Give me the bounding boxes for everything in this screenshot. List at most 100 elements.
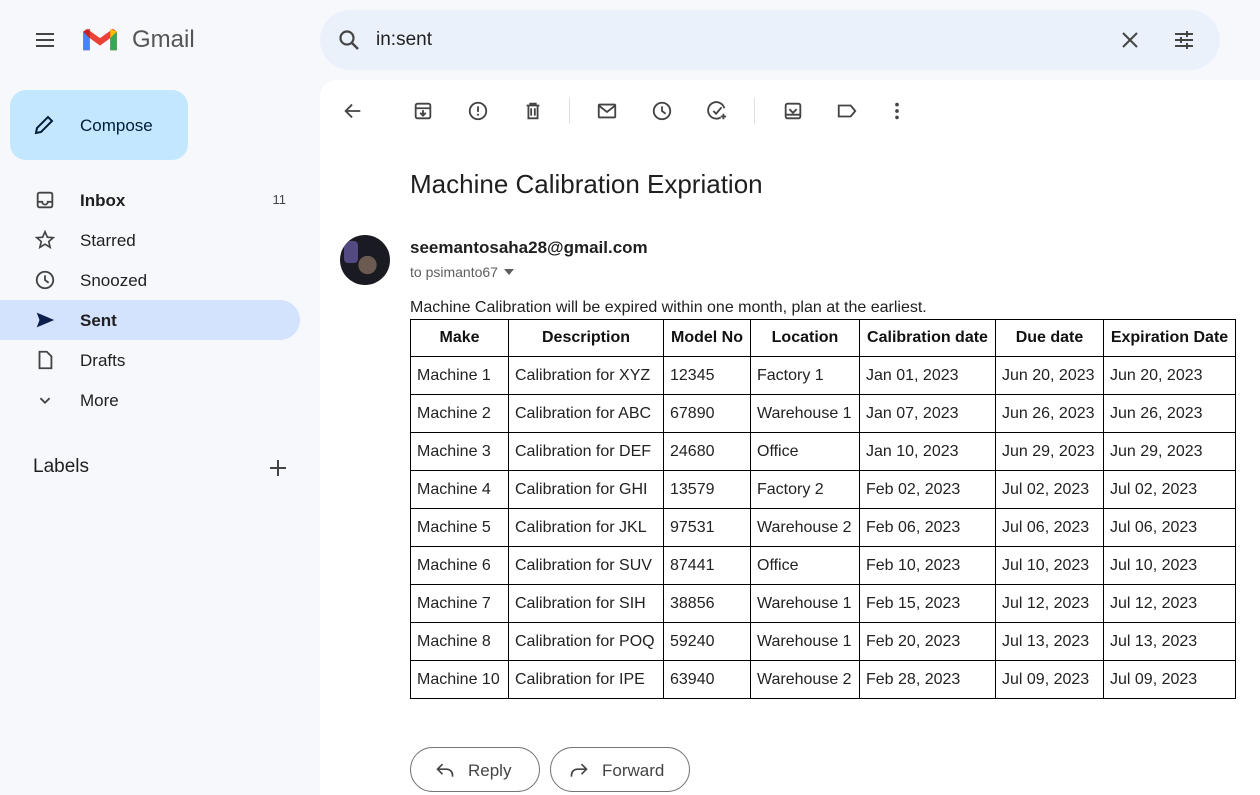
forward-label: Forward: [602, 761, 665, 780]
label-icon[interactable]: [836, 100, 858, 122]
table-cell: Jun 20, 2023: [995, 356, 1104, 395]
caret-down-icon[interactable]: [503, 269, 514, 275]
table-cell: Warehouse 1: [750, 622, 860, 661]
add-label-icon[interactable]: [268, 458, 288, 478]
reply-button[interactable]: Reply: [410, 747, 540, 792]
table-row: Machine 6 Calibration for SUV 87441 Office F…: [410, 546, 1236, 585]
table-cell: Machine 5: [410, 508, 509, 547]
table-cell: Feb 20, 2023: [859, 622, 996, 661]
table-cell: Machine 2: [410, 394, 509, 433]
search-input[interactable]: in:sent: [376, 29, 432, 51]
table-cell: Machine 10: [410, 660, 509, 699]
table-cell: Warehouse 1: [750, 584, 860, 623]
table-cell: Feb 10, 2023: [859, 546, 996, 585]
table-cell: Machine 8: [410, 622, 509, 661]
table-cell: Machine 1: [410, 356, 509, 395]
reply-label: Reply: [468, 761, 512, 780]
mark-unread-icon[interactable]: [596, 100, 618, 122]
table-cell: Calibration for SIH: [508, 584, 664, 623]
table-cell: Jul 13, 2023: [1103, 622, 1236, 661]
chevron-down-icon: [39, 397, 51, 405]
sidebar-item-drafts[interactable]: Drafts: [0, 340, 300, 380]
table-cell: Jan 01, 2023: [859, 356, 996, 395]
report-spam-icon[interactable]: [467, 100, 489, 122]
table-cell: Calibration for XYZ: [508, 356, 664, 395]
star-icon: [34, 229, 56, 250]
table-row: Machine 3 Calibration for DEF 24680 Office J…: [410, 432, 1236, 471]
table-cell: 38856: [663, 584, 751, 623]
add-to-tasks-icon[interactable]: [706, 100, 728, 122]
table-row: Machine 8 Calibration for POQ 59240 Warehou…: [410, 622, 1236, 661]
table-cell: Calibration for DEF: [508, 432, 664, 471]
table-cell: Jun 29, 2023: [995, 432, 1104, 471]
sidebar-item-starred[interactable]: Starred: [0, 220, 300, 260]
table-cell: Jun 26, 2023: [1103, 394, 1236, 433]
table-cell: Feb 28, 2023: [859, 660, 996, 699]
table-cell: Jul 12, 2023: [995, 584, 1104, 623]
table-cell: Calibration for JKL: [508, 508, 664, 547]
table-cell: Jun 20, 2023: [1103, 356, 1236, 395]
main-menu-button[interactable]: [32, 28, 58, 52]
table-cell: 87441: [663, 546, 751, 585]
recipient-details[interactable]: to psimanto67: [410, 264, 514, 280]
search-options-icon[interactable]: [1172, 28, 1196, 52]
send-icon: [36, 312, 55, 328]
toolbar-divider: [754, 98, 755, 124]
reply-icon: [436, 763, 454, 777]
inbox-icon: [36, 191, 54, 209]
table-cell: Jul 10, 2023: [1103, 546, 1236, 585]
table-cell: Jun 29, 2023: [1103, 432, 1236, 471]
archive-icon[interactable]: [412, 100, 434, 122]
table-cell: Jan 07, 2023: [859, 394, 996, 433]
sidebar-item-label: More: [80, 391, 119, 410]
search-icon[interactable]: [337, 28, 361, 52]
calibration-table: Make Description Model No Location Calibrati…: [410, 319, 1236, 699]
table-cell: 67890: [663, 394, 751, 433]
table-cell: Machine 3: [410, 432, 509, 471]
forward-button[interactable]: Forward: [550, 747, 690, 792]
table-cell: 63940: [663, 660, 751, 699]
sidebar-item-snoozed[interactable]: Snoozed: [0, 260, 300, 300]
table-cell: 59240: [663, 622, 751, 661]
table-cell: Feb 06, 2023: [859, 508, 996, 547]
table-cell: Jul 02, 2023: [1103, 470, 1236, 509]
table-row: Machine 10 Calibration for IPE 63940 Wareho…: [410, 660, 1236, 699]
table-cell: Jun 26, 2023: [995, 394, 1104, 433]
compose-button[interactable]: Compose: [10, 90, 188, 160]
table-cell: Jan 10, 2023: [859, 432, 996, 471]
table-cell: Factory 1: [750, 356, 860, 395]
table-cell: 12345: [663, 356, 751, 395]
table-cell: Jul 12, 2023: [1103, 584, 1236, 623]
table-row: Machine 7 Calibration for SIH 38856 Warehou…: [410, 584, 1236, 623]
back-icon[interactable]: [342, 100, 364, 122]
snooze-icon[interactable]: [651, 100, 673, 122]
search-bar[interactable]: in:sent: [320, 10, 1220, 70]
table-cell: Jul 10, 2023: [995, 546, 1104, 585]
sidebar-item-sent[interactable]: Sent: [0, 300, 300, 340]
table-cell: Machine 4: [410, 470, 509, 509]
recipient-text: to psimanto67: [410, 264, 498, 280]
sender-email[interactable]: seemantosaha28@gmail.com: [410, 238, 648, 258]
table-cell: Jul 06, 2023: [1103, 508, 1236, 547]
email-view: Machine Calibration Expriation seemantos…: [320, 80, 1260, 795]
table-cell: Office: [750, 546, 860, 585]
table-cell: 24680: [663, 432, 751, 471]
move-to-icon[interactable]: [782, 100, 804, 122]
more-options-icon[interactable]: [886, 100, 908, 122]
table-cell: Jul 09, 2023: [995, 660, 1104, 699]
delete-icon[interactable]: [522, 100, 544, 122]
email-subject: Machine Calibration Expriation: [410, 169, 763, 199]
unread-count: 11: [272, 192, 287, 207]
table-cell: 13579: [663, 470, 751, 509]
sidebar-item-inbox[interactable]: Inbox 11: [0, 180, 300, 220]
sidebar-item-more[interactable]: More: [0, 380, 300, 420]
column-header: Calibration date: [859, 319, 996, 357]
draft-icon: [38, 350, 53, 370]
table-cell: Factory 2: [750, 470, 860, 509]
toolbar-divider: [569, 98, 570, 124]
column-header: Make: [410, 319, 509, 357]
close-icon[interactable]: [1118, 28, 1142, 52]
gmail-logo[interactable]: Gmail: [80, 26, 195, 54]
avatar[interactable]: [340, 235, 390, 285]
column-header: Due date: [995, 319, 1104, 357]
